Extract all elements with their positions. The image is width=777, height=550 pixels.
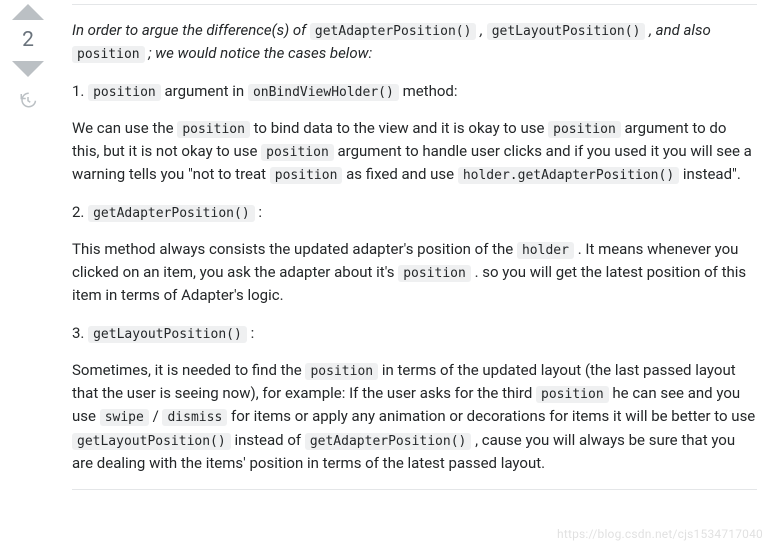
vote-column: 2: [6, 0, 50, 500]
text: 3.: [72, 324, 88, 342]
lead-paragraph: In order to argue the difference(s) of g…: [72, 19, 757, 66]
text: ,: [480, 21, 487, 39]
text: ; we would notice the cases below:: [148, 44, 372, 62]
history-icon: [19, 91, 37, 109]
item-2-heading: 2. getAdapterPosition() :: [72, 201, 757, 224]
text: 2.: [72, 203, 88, 221]
code-inline: holder: [517, 242, 574, 259]
code-inline: getLayoutPosition(): [88, 326, 247, 343]
item-3-heading: 3. getLayoutPosition() :: [72, 322, 757, 345]
code-inline: onBindViewHolder(): [248, 84, 399, 101]
code-inline: position: [261, 144, 334, 161]
code-inline: dismiss: [162, 409, 227, 426]
text: instead of: [234, 431, 304, 449]
text: as fixed and use: [346, 165, 458, 183]
bottom-divider: [72, 489, 757, 490]
code-inline: getAdapterPosition(): [310, 23, 477, 40]
vote-score: 2: [22, 28, 34, 53]
text: , and also: [649, 21, 711, 39]
text: In order to argue the difference(s) of: [72, 21, 310, 39]
code-inline: getAdapterPosition(): [88, 205, 255, 222]
code-inline: getAdapterPosition(): [305, 433, 472, 450]
code-inline: position: [72, 46, 145, 63]
text: method:: [403, 82, 458, 100]
code-inline: holder.getAdapterPosition(): [458, 167, 679, 184]
text: Sometimes, it is needed to find the: [72, 361, 305, 379]
code-inline: position: [398, 265, 471, 282]
code-inline: position: [270, 167, 343, 184]
text: for items or apply any animation or deco…: [231, 407, 755, 425]
code-inline: swipe: [100, 409, 149, 426]
code-inline: position: [177, 121, 250, 138]
answer-body: In order to argue the difference(s) of g…: [50, 0, 767, 500]
code-inline: position: [88, 84, 161, 101]
text: This method always consists the updated …: [72, 240, 517, 258]
item-3-body: Sometimes, it is needed to find the posi…: [72, 359, 757, 475]
item-1-body: We can use the position to bind data to …: [72, 117, 757, 187]
text: /: [153, 407, 163, 425]
text: 1.: [72, 82, 88, 100]
text: argument in: [164, 82, 247, 100]
downvote-button[interactable]: [12, 61, 44, 77]
top-divider: [72, 4, 757, 5]
text: :: [258, 203, 262, 221]
text: :: [251, 324, 255, 342]
upvote-button[interactable]: [12, 4, 44, 20]
activity-history-button[interactable]: [19, 91, 37, 109]
code-inline: getLayoutPosition(): [487, 23, 646, 40]
text: instead".: [683, 165, 741, 183]
code-inline: position: [305, 363, 378, 380]
code-inline: position: [536, 386, 609, 403]
item-1-heading: 1. position argument in onBindViewHolder…: [72, 80, 757, 103]
code-inline: position: [548, 121, 621, 138]
answer: 2 In order to argue the difference(s) of…: [0, 0, 777, 500]
text: to bind data to the view and it is okay …: [254, 119, 548, 137]
item-2-body: This method always consists the updated …: [72, 238, 757, 308]
code-inline: getLayoutPosition(): [72, 433, 231, 450]
watermark: https://blog.csdn.net/cjs1534717040: [557, 525, 763, 544]
text: We can use the: [72, 119, 177, 137]
